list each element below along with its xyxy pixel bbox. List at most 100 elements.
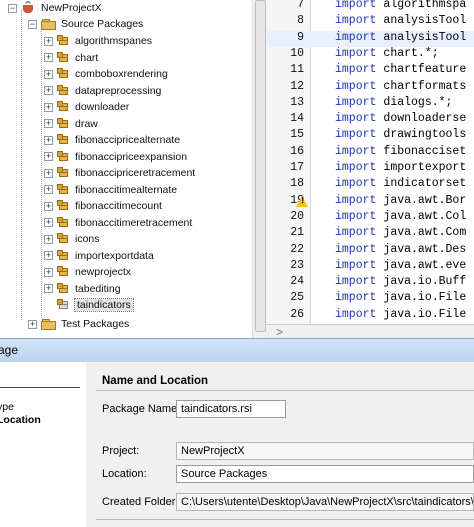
expand-toggle-icon[interactable]: + (44, 267, 53, 277)
warning-icon[interactable] (296, 195, 308, 207)
code-line[interactable]: 9 import analysisTool (266, 30, 474, 47)
package-label: algorithmspanes (75, 35, 153, 47)
package-icon (57, 233, 71, 245)
tree-vertical-scrollbar[interactable] (252, 0, 267, 338)
keyword: import (335, 258, 377, 272)
code-line[interactable]: 10 import chart.*; (266, 47, 474, 63)
expand-toggle-icon[interactable]: + (44, 53, 53, 62)
import-path: fibonacciset (383, 144, 467, 158)
keyword: import (335, 95, 377, 109)
code-line[interactable]: 20 import java.awt.Col (266, 210, 474, 226)
tree-test-packages[interactable]: + Test Packages (28, 316, 129, 332)
code-line[interactable]: 21 import java.awt.Com (266, 226, 474, 242)
code-line[interactable]: 12 import chartformats (266, 80, 474, 96)
package-icon (57, 134, 71, 146)
tree-package-item[interactable]: taindicators (44, 297, 134, 313)
tree-project-node[interactable]: − NewProjectX (8, 0, 102, 16)
expand-toggle-icon[interactable]: + (44, 234, 53, 244)
empty-package-icon (57, 299, 71, 311)
expand-toggle-icon[interactable]: + (44, 251, 53, 260)
package-name-input[interactable]: taindicators.rsi (176, 400, 286, 418)
expand-toggle-icon[interactable]: + (44, 152, 53, 161)
keyword: import (335, 275, 377, 289)
code-text: import indicatorset (335, 177, 466, 190)
code-editor[interactable]: 7 import algorithmspa 8 import analysisTool 9 i… (266, 0, 474, 338)
dialog-titlebar[interactable]: age (0, 338, 474, 363)
created-folder-field: C:\Users\utente\Desktop\Java\NewProjectX… (176, 493, 474, 511)
tree-package-item[interactable]: + comboboxrendering (44, 66, 168, 82)
expand-toggle-icon[interactable]: + (44, 135, 53, 145)
package-icon (57, 249, 71, 262)
code-line[interactable]: 19importjava.awt.Bor (266, 194, 474, 210)
code-line[interactable]: 22 import java.awt.Des (266, 243, 474, 259)
tree-package-item[interactable]: + fibonaccitimecount (44, 198, 162, 214)
package-name-label: Package Name: (102, 403, 181, 415)
code-line[interactable]: 7 import algorithmspa (266, 0, 474, 14)
editor-horizontal-scrollbar[interactable]: > (266, 324, 474, 338)
keyword: import (335, 307, 377, 321)
code-line[interactable]: 23 import java.awt.eve (266, 259, 474, 275)
created-folder-label: Created Folder: (102, 496, 179, 508)
keyword: import (335, 291, 377, 305)
location-select[interactable]: Source Packages (176, 465, 474, 483)
project-tree[interactable]: − NewProjectX − Source Packages + algorit… (0, 0, 252, 338)
code-line[interactable]: 16 import fibonacciset (266, 145, 474, 161)
code-line[interactable]: 18 import indicatorset (266, 177, 474, 193)
tree-package-item[interactable]: + fibonaccipricealternate (44, 132, 180, 148)
expand-toggle-icon[interactable]: + (28, 319, 37, 329)
code-line[interactable]: 26 import java.io.File (266, 308, 474, 324)
tree-package-item[interactable]: + downloader (44, 99, 129, 115)
tree-package-item[interactable]: + tabediting (44, 281, 121, 297)
code-line[interactable]: 17 import importexport (266, 161, 474, 177)
code-line[interactable]: 13 import dialogs.*; (266, 96, 474, 112)
section-title: Name and Location (102, 375, 209, 387)
expand-toggle-icon[interactable]: + (44, 284, 53, 293)
code-text: import importexport (335, 161, 466, 174)
package-label: icons (75, 233, 100, 245)
expand-toggle-icon[interactable]: + (44, 218, 53, 227)
expand-toggle-icon[interactable]: + (44, 69, 53, 79)
package-icon (57, 282, 71, 295)
expand-toggle-icon[interactable]: + (44, 102, 53, 112)
code-line[interactable]: 14 import downloaderse (266, 112, 474, 128)
scroll-right-icon[interactable]: > (276, 325, 283, 338)
collapse-toggle-icon[interactable]: − (8, 3, 17, 13)
tree-package-item[interactable]: + chart (44, 50, 98, 66)
code-line[interactable]: 11 import chartfeature (266, 63, 474, 79)
keyword: import (335, 209, 377, 223)
package-icon (57, 216, 71, 229)
scrollbar-thumb[interactable] (255, 0, 266, 332)
code-line[interactable]: 25 import java.io.File (266, 291, 474, 307)
tree-package-item[interactable]: + fibonaccitimeretracement (44, 215, 192, 231)
expand-toggle-icon[interactable]: + (44, 168, 53, 178)
collapse-toggle-icon[interactable]: − (28, 19, 37, 29)
tree-package-item[interactable]: + datapreprocessing (44, 83, 161, 99)
code-line[interactable]: 15 import drawingtools (266, 128, 474, 144)
keyword: import (335, 161, 377, 174)
code-text: import java.awt.Bor (335, 194, 466, 207)
folder-icon (41, 18, 57, 30)
tree-package-item[interactable]: + icons (44, 231, 100, 247)
tree-package-item[interactable]: + fibonaccipriceexpansion (44, 149, 187, 165)
package-label: fibonaccitimeretracement (75, 216, 193, 229)
tree-package-item[interactable]: + fibonaccitimealternate (44, 182, 177, 198)
code-line[interactable]: 24 import java.io.Buff (266, 275, 474, 291)
tree-package-item[interactable]: + draw (44, 116, 98, 132)
tree-package-item[interactable]: + algorithmspanes (44, 33, 152, 49)
code-text: import java.io.File (335, 291, 466, 304)
code-line[interactable]: 8 import analysisTool (266, 14, 474, 30)
source-packages-label: Source Packages (61, 18, 144, 30)
line-number: 13 (290, 95, 304, 109)
tree-package-item[interactable]: + newprojectx (44, 264, 131, 280)
tree-package-item[interactable]: + importexportdata (44, 248, 154, 264)
tree-package-item[interactable]: + fibonaccipriceretracement (44, 165, 195, 181)
expand-toggle-icon[interactable]: + (44, 119, 53, 128)
expand-toggle-icon[interactable]: + (44, 36, 53, 46)
tree-source-packages[interactable]: − Source Packages (28, 16, 143, 32)
package-icon (57, 150, 71, 163)
expand-toggle-icon[interactable]: + (44, 185, 53, 194)
wizard-step: ype (0, 401, 14, 413)
expand-toggle-icon[interactable]: + (44, 201, 53, 211)
expand-toggle-icon[interactable]: + (44, 86, 53, 95)
keyword: import (335, 193, 377, 207)
